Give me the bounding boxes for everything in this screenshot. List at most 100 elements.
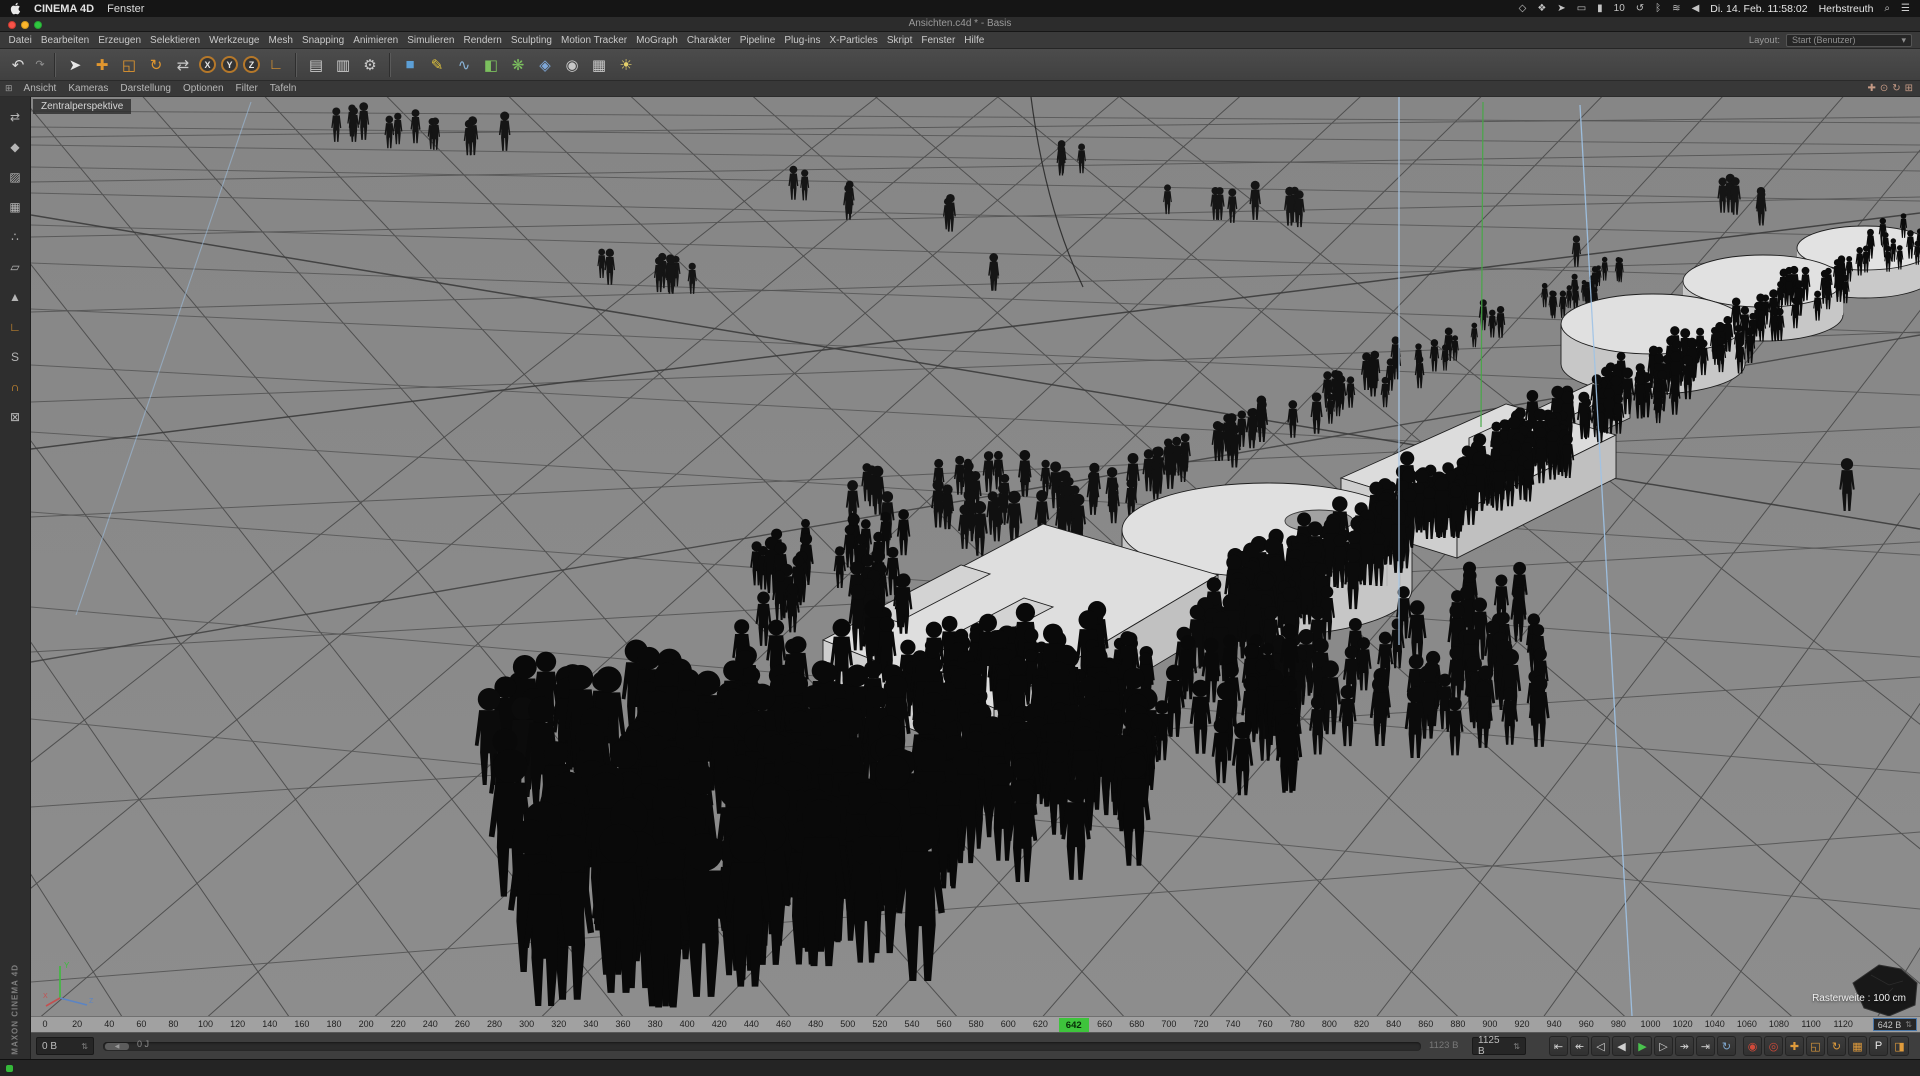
current-frame-marker[interactable]: 642 [1058,1018,1089,1032]
coordinate-system-icon[interactable]: ∟ [263,52,289,78]
last-tool-icon[interactable]: ⇄ [170,52,196,78]
menu-motion-tracker[interactable]: Motion Tracker [556,35,631,46]
subdivision-surface-icon[interactable]: ◧ [478,52,504,78]
close-button[interactable] [8,20,16,29]
viewport-grid-icon[interactable]: ⊞ [0,83,18,94]
generator-icon[interactable]: ❋ [505,52,531,78]
autokeying-button[interactable]: ◎ [1764,1036,1783,1056]
polygons-mode-icon[interactable]: ▲ [4,286,26,308]
menu-mesh[interactable]: Mesh [264,35,297,46]
snap-icon[interactable]: ∩ [4,376,26,398]
play-button[interactable]: ▶ [1633,1036,1652,1056]
menu-simulieren[interactable]: Simulieren [403,35,459,46]
goto-previous-key-button[interactable]: ↞ [1570,1036,1589,1056]
key-pla-button[interactable]: ◨ [1890,1036,1909,1056]
wifi-icon[interactable]: ≋ [1672,3,1680,14]
minimize-button[interactable] [21,20,29,29]
timeline-scrollbar[interactable]: ◀ 0 J [103,1039,1421,1051]
location-icon[interactable]: ➤ [1557,3,1565,14]
pan-view-icon[interactable]: ✚ [1867,83,1875,94]
menu-animieren[interactable]: Animieren [349,35,403,46]
dropbox-icon[interactable]: ❖ [1537,3,1546,14]
menu-rendern[interactable]: Rendern [459,35,506,46]
macos-app-name[interactable]: CINEMA 4D [34,3,94,15]
menu-x-particles[interactable]: X-Particles [825,35,882,46]
axis-mode-icon[interactable]: ∟ [4,316,26,338]
current-frame-field[interactable]: 642 B ⇅ [1872,1018,1917,1031]
goto-previous-frame-button[interactable]: ◁ [1591,1036,1610,1056]
lock-x-icon[interactable]: X [199,56,216,73]
viewport-scene[interactable] [31,97,1920,1016]
viewport-menu-tafeln[interactable]: Tafeln [264,83,303,94]
add-cube-icon[interactable]: ■ [397,52,423,78]
menu-erzeugen[interactable]: Erzeugen [94,35,146,46]
battery-percent-label[interactable]: 10 [1614,3,1625,14]
stepper-icon[interactable]: ⇅ [1905,1020,1912,1029]
key-parameter-button[interactable]: ▦ [1848,1036,1867,1056]
goto-next-frame-button[interactable]: ▷ [1654,1036,1673,1056]
timeline-ruler[interactable]: 642 642 B ⇅ 0 20 40 60 80 100 120 140 160 180 200 2… [31,1016,1920,1032]
lock-z-icon[interactable]: Z [243,56,260,73]
menu-skript[interactable]: Skript [882,35,917,46]
spotlight-icon[interactable]: ⌕ [1884,3,1890,14]
battery-icon[interactable]: ▮ [1597,3,1603,14]
menu-selektieren[interactable]: Selektieren [146,35,205,46]
loop-mode-button[interactable]: ↻ [1717,1036,1736,1056]
rotate-view-icon[interactable]: ↻ [1892,83,1900,94]
volume-icon[interactable]: ◀ [1692,3,1700,14]
lock-y-icon[interactable]: Y [221,56,238,73]
render-picture-viewer-icon[interactable]: ▥ [330,52,356,78]
menu-mograph[interactable]: MoGraph [632,35,683,46]
undo-icon[interactable]: ↶ [5,52,31,78]
zoom-button[interactable] [34,20,42,29]
stepper-icon[interactable]: ⇅ [1513,1042,1520,1051]
snapping-lock-icon[interactable]: ⊠ [4,406,26,428]
macos-clock[interactable]: Di. 14. Feb. 11:58:02 [1710,3,1807,15]
spline-icon[interactable]: ∿ [451,52,477,78]
menu-datei[interactable]: Datei [4,35,36,46]
notification-center-icon[interactable]: ☰ [1901,3,1910,14]
deformer-icon[interactable]: ◈ [532,52,558,78]
rotate-icon[interactable]: ↻ [143,52,169,78]
menu-bearbeiten[interactable]: Bearbeiten [36,35,93,46]
record-keyframe-button[interactable]: ◉ [1743,1036,1762,1056]
key-position-button[interactable]: ✚ [1785,1036,1804,1056]
display-icon[interactable]: ▭ [1577,3,1586,14]
layout-select[interactable]: Start (Benutzer) ▾ [1786,33,1912,47]
viewport-menu-filter[interactable]: Filter [230,83,264,94]
move-icon[interactable]: ✚ [89,52,115,78]
viewport-solo-icon[interactable]: S [4,346,26,368]
menu-snapping[interactable]: Snapping [297,35,348,46]
end-frame-field[interactable]: 1125 B ⇅ [1472,1035,1526,1057]
menu-charakter[interactable]: Charakter [682,35,735,46]
menu-plug-ins[interactable]: Plug-ins [780,35,825,46]
edges-mode-icon[interactable]: ▱ [4,256,26,278]
live-selection-icon[interactable]: ➤ [62,52,88,78]
pen-icon[interactable]: ✎ [424,52,450,78]
viewport-menu-kameras[interactable]: Kameras [62,83,114,94]
camera-label[interactable]: Zentralperspektive [33,99,132,114]
goto-next-key-button[interactable]: ↠ [1675,1036,1694,1056]
menu-fenster[interactable]: Fenster [917,35,960,46]
stepper-icon[interactable]: ⇅ [81,1042,88,1051]
make-editable-icon[interactable]: ⇄ [4,106,26,128]
viewport-menu-optionen[interactable]: Optionen [177,83,230,94]
model-mode-icon[interactable]: ◆ [4,136,26,158]
keyframe-selection-button[interactable]: P [1869,1036,1888,1056]
scale-icon[interactable]: ◱ [116,52,142,78]
toggle-view-icon[interactable]: ⊞ [1905,83,1913,94]
key-scale-button[interactable]: ◱ [1806,1036,1825,1056]
menu-pipeline[interactable]: Pipeline [735,35,780,46]
apple-menu-icon[interactable] [10,2,21,15]
scene-light-icon[interactable]: ☀ [613,52,639,78]
menu-hilfe[interactable]: Hilfe [960,35,989,46]
zoom-view-icon[interactable]: ⊙ [1880,83,1888,94]
viewport-menu-ansicht[interactable]: Ansicht [18,83,63,94]
timemachine-icon[interactable]: ↺ [1636,3,1644,14]
key-rotation-button[interactable]: ↻ [1827,1036,1846,1056]
macos-username[interactable]: Herbstreuth [1819,3,1874,15]
render-settings-icon[interactable]: ⚙ [357,52,383,78]
goto-end-button[interactable]: ⇥ [1696,1036,1715,1056]
render-view-icon[interactable]: ▤ [303,52,329,78]
menu-werkzeuge[interactable]: Werkzeuge [205,35,264,46]
